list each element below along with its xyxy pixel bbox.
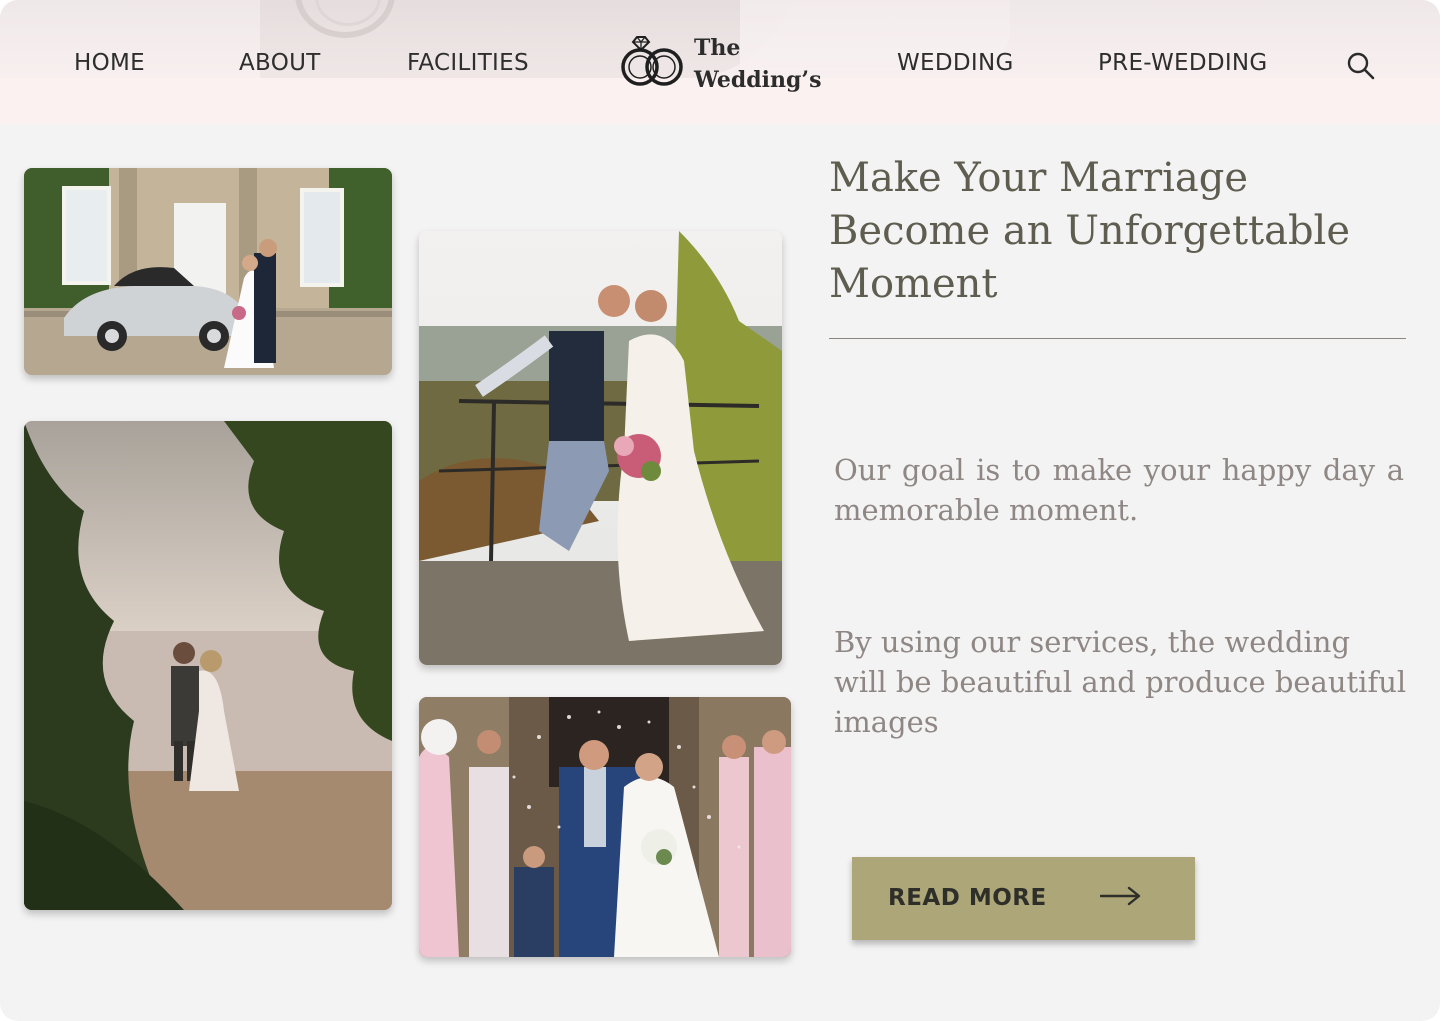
logo-line-1: The xyxy=(694,35,741,61)
header: HOME ABOUT FACILITIES The Wedding’s WEDD… xyxy=(0,0,1440,124)
photo-couple-vintage-car xyxy=(24,168,392,375)
read-more-label: READ MORE xyxy=(888,885,1047,911)
hero-paragraph-goal: Our goal is to make your happy day a mem… xyxy=(834,453,1404,527)
photo-couple-cliff-view xyxy=(419,231,782,665)
hero-headline-line-2: Become an Unforgettable xyxy=(829,208,1351,254)
hero-paragraph-services: By using our services, the wedding will … xyxy=(834,625,1407,739)
photo-couple-confetti-exit xyxy=(419,697,791,957)
hero-headline: Make Your Marriage Become an Unforgettab… xyxy=(829,152,1389,311)
site-logo[interactable]: The Wedding’s xyxy=(620,32,821,96)
nav-about[interactable]: ABOUT xyxy=(239,50,321,76)
nav-pre-wedding[interactable]: PRE-WEDDING xyxy=(1098,50,1268,76)
logo-text: The Wedding’s xyxy=(694,32,821,96)
read-more-button[interactable]: READ MORE xyxy=(852,857,1195,940)
wedding-rings-icon xyxy=(621,36,683,86)
nav-facilities[interactable]: FACILITIES xyxy=(407,50,529,76)
nav-wedding[interactable]: WEDDING xyxy=(897,50,1014,76)
logo-line-2: Wedding’s xyxy=(694,67,822,93)
headline-divider xyxy=(829,338,1406,339)
nav-home[interactable]: HOME xyxy=(74,50,145,76)
search-icon[interactable] xyxy=(1346,51,1376,81)
arrow-right-icon xyxy=(1100,886,1141,906)
page: HOME ABOUT FACILITIES The Wedding’s WEDD… xyxy=(0,0,1440,1021)
hero-headline-line-3: Moment xyxy=(829,261,998,307)
photo-couple-beach-sunset xyxy=(24,421,392,910)
hero-headline-line-1: Make Your Marriage xyxy=(829,155,1249,201)
